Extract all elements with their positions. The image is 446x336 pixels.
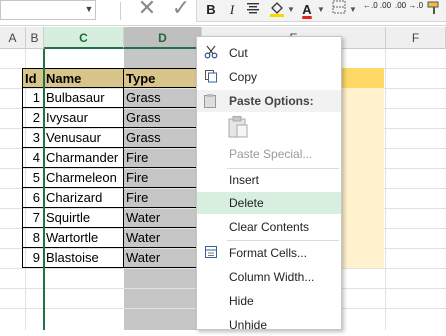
highlighted-cells[interactable]: [340, 68, 384, 268]
borders-dropdown-icon[interactable]: ▼: [349, 0, 357, 20]
cell-name[interactable]: Blastoise: [44, 248, 124, 268]
cell-id[interactable]: 5: [22, 168, 44, 188]
cell-id[interactable]: 8: [22, 228, 44, 248]
formula-bar-divider: [120, 2, 121, 20]
cell-type[interactable]: Grass: [124, 108, 196, 128]
cell-id[interactable]: 9: [22, 248, 44, 268]
italic-button[interactable]: I: [225, 0, 239, 20]
menu-header-label: Paste Options:: [229, 94, 314, 108]
column-header-d[interactable]: D: [124, 27, 202, 49]
menu-item-label: Paste Special...: [229, 147, 313, 161]
cell-id[interactable]: 4: [22, 148, 44, 168]
cell-name[interactable]: Venusaur: [44, 128, 124, 148]
cell-type[interactable]: Water: [124, 208, 196, 228]
fill-color-dropdown-icon[interactable]: ▼: [287, 0, 295, 20]
table-header-id[interactable]: Id: [22, 68, 44, 88]
menu-item-clear-contents[interactable]: Clear Contents: [197, 216, 341, 238]
cell-id[interactable]: 7: [22, 208, 44, 228]
menu-item-label: Hide: [229, 294, 254, 308]
font-color-dropdown-icon[interactable]: ▼: [317, 0, 325, 20]
menu-item-label: Copy: [229, 70, 258, 84]
cell-name[interactable]: Ivysaur: [44, 108, 124, 128]
paste-clipboard-icon[interactable]: [227, 115, 251, 141]
name-box-dropdown-icon[interactable]: ▼: [84, 2, 94, 16]
copy-icon: [203, 69, 219, 85]
cell-name[interactable]: Squirtle: [44, 208, 124, 228]
column-header-b[interactable]: B: [26, 27, 44, 49]
clipboard-icon: [203, 93, 217, 116]
context-menu: Cut Copy Paste Options: Paste Special...…: [196, 36, 342, 332]
column-header-a[interactable]: A: [0, 27, 26, 49]
menu-separator: [227, 240, 339, 241]
scissors-icon: [203, 45, 219, 61]
menu-item-delete[interactable]: Delete: [197, 192, 341, 214]
align-center-icon[interactable]: [245, 0, 261, 20]
font-color-icon[interactable]: A: [299, 0, 315, 20]
cell-id[interactable]: 1: [22, 88, 44, 108]
decrease-decimal-icon[interactable]: .00 →.0: [395, 0, 423, 21]
cell-name[interactable]: Charmeleon: [44, 168, 124, 188]
menu-item-label: Format Cells...: [229, 246, 308, 260]
cell-id[interactable]: 3: [22, 128, 44, 148]
table-header-type[interactable]: Type: [124, 68, 196, 88]
borders-icon[interactable]: [331, 0, 347, 20]
menu-item-label: Delete: [229, 196, 264, 210]
selection-border: [43, 49, 45, 330]
menu-item-paste-special[interactable]: Paste Special...: [197, 143, 341, 165]
paste-options-header: Paste Options:: [197, 90, 341, 112]
cell-type[interactable]: Grass: [124, 88, 196, 108]
cell-type[interactable]: Water: [124, 228, 196, 248]
bold-button[interactable]: B: [203, 0, 219, 20]
menu-item-label: Unhide: [229, 318, 268, 332]
menu-item-hide[interactable]: Hide: [197, 290, 341, 312]
table-header-name[interactable]: Name: [44, 68, 124, 88]
format-cells-icon: [203, 245, 219, 261]
menu-item-unhide[interactable]: Unhide: [197, 314, 341, 336]
menu-item-insert[interactable]: Insert: [197, 169, 341, 191]
name-box[interactable]: [0, 0, 96, 20]
cell-type[interactable]: Fire: [124, 188, 196, 208]
cell-id[interactable]: 6: [22, 188, 44, 208]
cancel-entry-icon[interactable]: ✕: [136, 0, 158, 20]
menu-item-column-width[interactable]: Column Width...: [197, 266, 341, 288]
menu-item-label: Column Width...: [229, 270, 315, 284]
column-header-c[interactable]: C: [44, 27, 124, 49]
menu-item-copy[interactable]: Copy: [197, 66, 341, 88]
increase-decimal-icon[interactable]: ←.0 .00: [363, 0, 391, 21]
confirm-entry-icon[interactable]: ✓: [170, 0, 192, 20]
cell-id[interactable]: 2: [22, 108, 44, 128]
menu-item-label: Insert: [229, 173, 260, 187]
cell-type[interactable]: Fire: [124, 168, 196, 188]
cell-type[interactable]: Water: [124, 248, 196, 268]
menu-item-label: Cut: [229, 46, 248, 60]
cell-name[interactable]: Charmander: [44, 148, 124, 168]
cell-name[interactable]: Charizard: [44, 188, 124, 208]
cell-name[interactable]: Bulbasaur: [44, 88, 124, 108]
mini-toolbar: B I ▼ A ▼ ▼ ←.0 .00 .00 →.0: [196, 0, 446, 22]
menu-item-format-cells[interactable]: Format Cells...: [197, 242, 341, 264]
cell-name[interactable]: Wartortle: [44, 228, 124, 248]
highlighted-header-cell[interactable]: [340, 68, 384, 88]
cell-type[interactable]: Grass: [124, 128, 196, 148]
cell-type[interactable]: Fire: [124, 148, 196, 168]
fill-color-icon[interactable]: [267, 0, 287, 20]
column-header-f[interactable]: F: [386, 27, 446, 49]
menu-item-label: Clear Contents: [229, 220, 310, 234]
format-painter-icon[interactable]: [425, 0, 443, 20]
menu-item-cut[interactable]: Cut: [197, 42, 341, 64]
